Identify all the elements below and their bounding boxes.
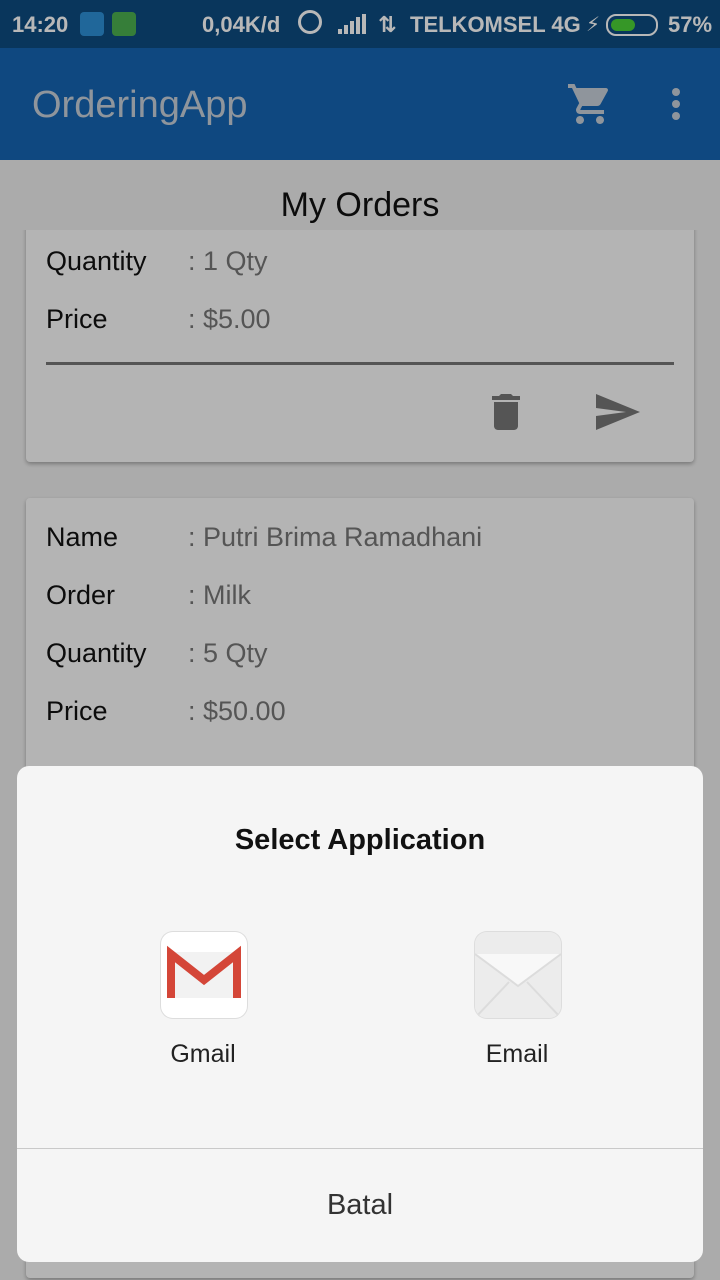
gmail-option[interactable]: Gmail (93, 932, 313, 1072)
gmail-label: Gmail (170, 1040, 236, 1068)
cancel-button[interactable]: Batal (17, 1149, 703, 1262)
chooser-title: Select Application (234, 824, 486, 856)
app-chooser-sheet: Select Application Gmail Email Batal (17, 766, 703, 1262)
gmail-icon (161, 932, 247, 1018)
email-label: Email (485, 1040, 549, 1068)
email-option[interactable]: Email (407, 932, 627, 1072)
email-envelope-icon (475, 932, 561, 1018)
